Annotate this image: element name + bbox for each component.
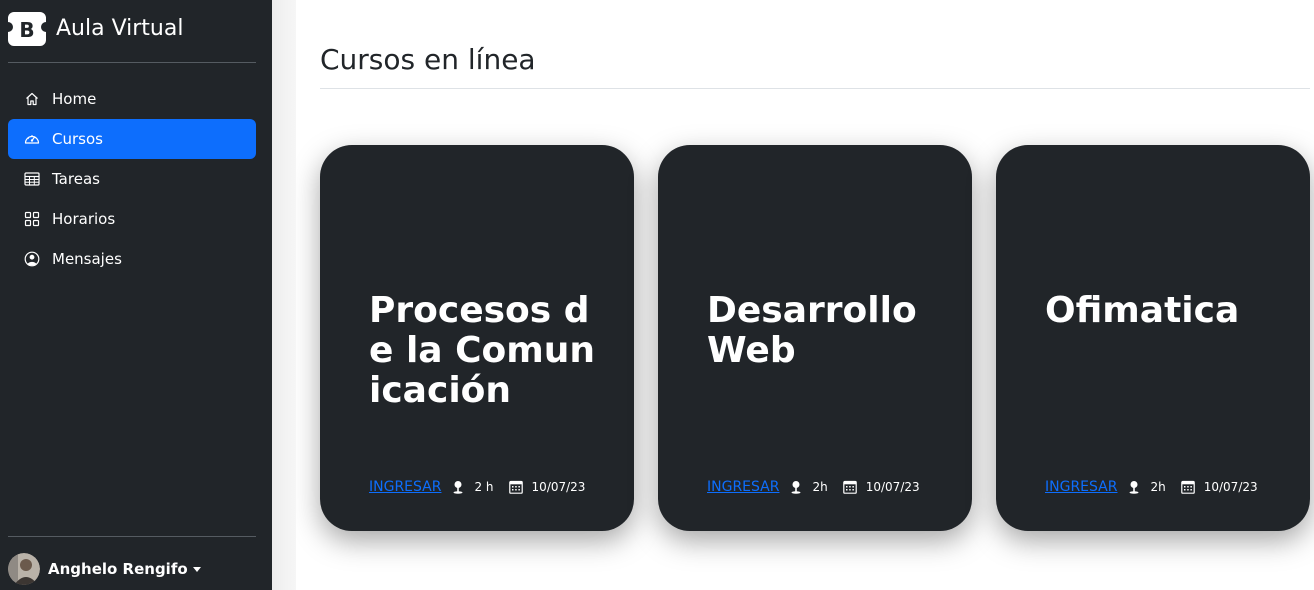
home-icon: [26, 92, 38, 106]
course-meta: INGRESAR 2h 10/07/23: [1045, 477, 1258, 497]
sidebar-item-label: Horarios: [52, 210, 116, 228]
sidebar-divider-bottom: [8, 536, 256, 537]
course-duration: 2 h: [474, 480, 494, 494]
ingresar-link[interactable]: INGRESAR: [707, 479, 779, 495]
brand[interactable]: B Aula Virtual: [8, 11, 183, 47]
sidebar-shadow-gutter: [272, 0, 296, 590]
sidebar-nav: Home Cursos Tareas Horarios Mensajes: [8, 79, 256, 279]
sidebar-item-label: Tareas: [52, 170, 100, 188]
pin-icon: [791, 481, 801, 494]
speedometer-icon: [24, 135, 40, 144]
course-card: Desarrollo Web INGRESAR 2h 10/07/23: [658, 145, 972, 531]
sidebar-item-home[interactable]: Home: [8, 79, 256, 119]
sidebar-item-tareas[interactable]: Tareas: [8, 159, 256, 199]
course-title: Procesos de la Comunicación: [369, 290, 596, 411]
user-dropdown[interactable]: Anghelo Rengifo: [8, 553, 201, 585]
course-meta: INGRESAR 2h 10/07/23: [707, 477, 920, 497]
sidebar-item-mensajes[interactable]: Mensajes: [8, 239, 256, 279]
course-duration: 2h: [812, 480, 828, 494]
sidebar-divider-top: [8, 62, 256, 63]
page-title: Cursos en línea: [320, 43, 536, 76]
brand-logo-letter: B: [19, 18, 34, 42]
course-meta: INGRESAR 2 h 10/07/23: [369, 477, 585, 497]
ingresar-link[interactable]: INGRESAR: [1045, 479, 1117, 495]
sidebar: B Aula Virtual Home Cursos Tareas Horari…: [0, 0, 272, 590]
sidebar-item-label: Home: [52, 90, 97, 108]
course-duration: 2h: [1150, 480, 1166, 494]
main-content: Cursos en línea Procesos de la Comunicac…: [296, 0, 1314, 590]
sidebar-item-cursos[interactable]: Cursos: [8, 119, 256, 159]
course-title: Desarrollo Web: [707, 290, 917, 371]
pin-icon: [1129, 481, 1139, 494]
caret-down-icon: [192, 566, 201, 572]
sidebar-item-horarios[interactable]: Horarios: [8, 199, 256, 239]
calendar-icon: [508, 480, 523, 494]
course-card: Ofimatica INGRESAR 2h 10/07/23: [996, 145, 1310, 531]
calendar-icon: [842, 480, 857, 494]
grid-icon: [24, 211, 40, 227]
table-icon: [24, 172, 40, 186]
title-divider: [320, 88, 1310, 89]
bootstrap-logo-icon: B: [8, 12, 46, 46]
pin-icon: [453, 481, 463, 494]
brand-title: Aula Virtual: [56, 16, 184, 41]
person-circle-icon: [24, 251, 40, 267]
course-date: 10/07/23: [1203, 480, 1258, 494]
sidebar-item-label: Cursos: [52, 130, 103, 148]
user-name: Anghelo Rengifo: [48, 560, 188, 578]
ingresar-link[interactable]: INGRESAR: [369, 479, 441, 495]
avatar: [8, 553, 40, 585]
course-card: Procesos de la Comunicación INGRESAR 2 h…: [320, 145, 634, 531]
course-title: Ofimatica: [1045, 290, 1240, 331]
course-date: 10/07/23: [531, 480, 586, 494]
course-date: 10/07/23: [865, 480, 920, 494]
calendar-icon: [1180, 480, 1195, 494]
sidebar-item-label: Mensajes: [52, 250, 122, 268]
